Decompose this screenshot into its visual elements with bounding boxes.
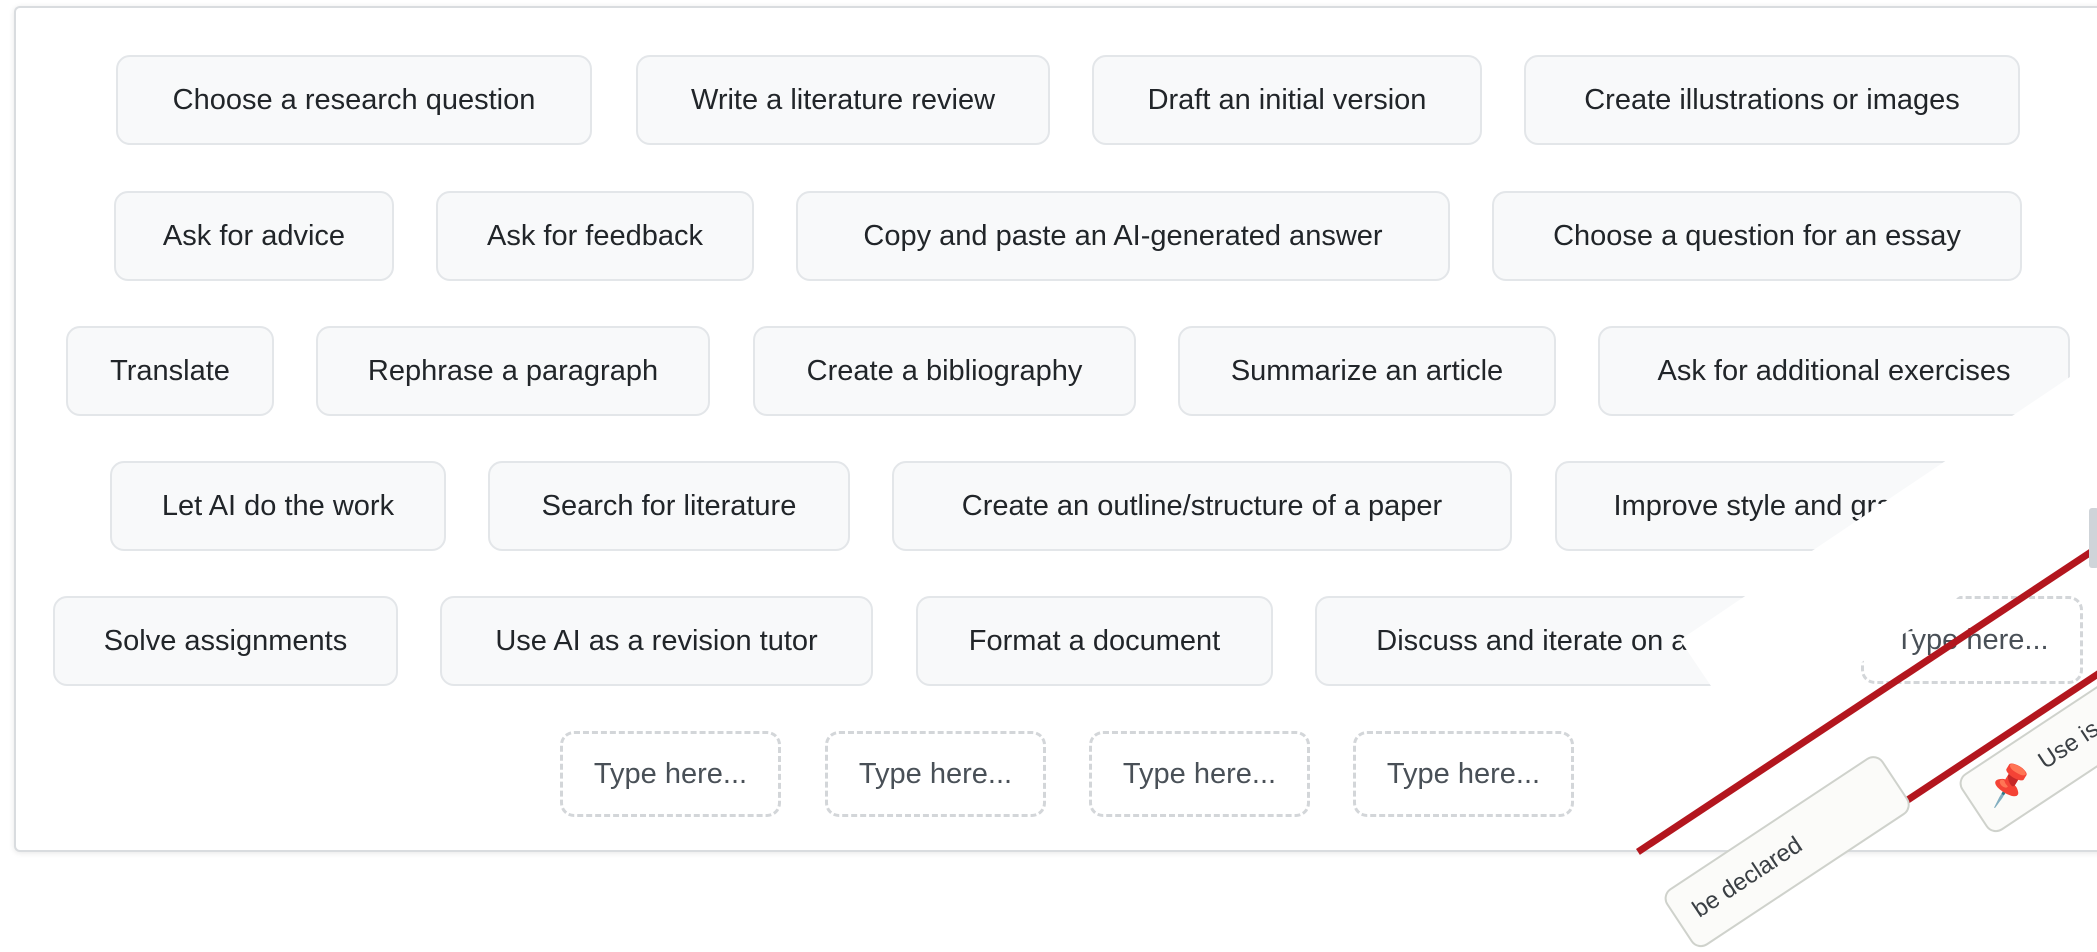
chip-summarize-article[interactable]: Summarize an article [1178, 326, 1556, 416]
chip-ask-for-feedback[interactable]: Ask for feedback [436, 191, 754, 281]
chip-search-literature[interactable]: Search for literature [488, 461, 850, 551]
chip-ask-additional-exercises[interactable]: Ask for additional exercises [1598, 326, 2070, 416]
custom-chip-input[interactable]: Type here... [560, 731, 781, 817]
chip-translate[interactable]: Translate [66, 326, 274, 416]
chip-choose-research-question[interactable]: Choose a research question [116, 55, 592, 145]
custom-chip-input[interactable]: Type here... [825, 731, 1046, 817]
chip-create-illustrations[interactable]: Create illustrations or images [1524, 55, 2020, 145]
custom-chip-input[interactable]: Type here... [1353, 731, 1574, 817]
chip-solve-assignments[interactable]: Solve assignments [53, 596, 398, 686]
chip-ai-revision-tutor[interactable]: Use AI as a revision tutor [440, 596, 873, 686]
edge-scroll-indicator [2089, 508, 2097, 568]
chip-let-ai-do-work[interactable]: Let AI do the work [110, 461, 446, 551]
chip-choose-question-essay[interactable]: Choose a question for an essay [1492, 191, 2022, 281]
chip-ask-for-advice[interactable]: Ask for advice [114, 191, 394, 281]
chip-copy-paste-ai-answer[interactable]: Copy and paste an AI-generated answer [796, 191, 1450, 281]
chip-create-bibliography[interactable]: Create a bibliography [753, 326, 1136, 416]
custom-chip-input[interactable]: Type here... [1089, 731, 1310, 817]
chip-draft-initial-version[interactable]: Draft an initial version [1092, 55, 1482, 145]
chip-rephrase-paragraph[interactable]: Rephrase a paragraph [316, 326, 710, 416]
pushpin-icon: 📌 [1982, 759, 2036, 810]
chip-write-literature-review[interactable]: Write a literature review [636, 55, 1050, 145]
chip-create-outline[interactable]: Create an outline/structure of a paper [892, 461, 1512, 551]
chip-format-document[interactable]: Format a document [916, 596, 1273, 686]
